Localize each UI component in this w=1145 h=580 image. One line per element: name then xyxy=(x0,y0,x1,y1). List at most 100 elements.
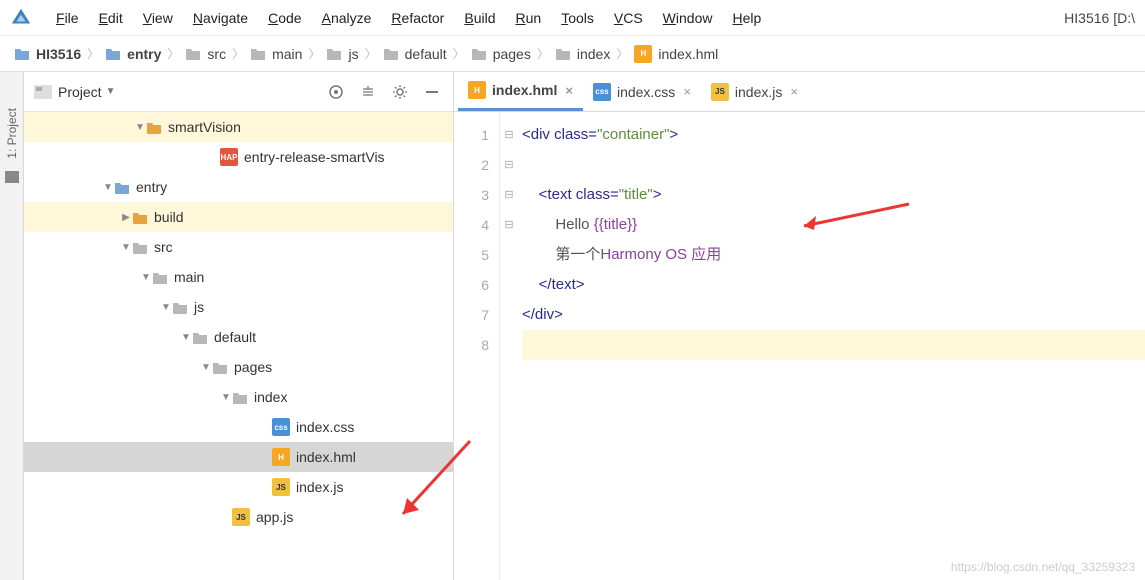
tree-row[interactable]: JSapp.js xyxy=(24,502,453,532)
tree-row[interactable]: ▼pages xyxy=(24,352,453,382)
editor-tab[interactable]: JSindex.js× xyxy=(701,72,808,111)
tree-row[interactable]: ▼ src xyxy=(24,232,453,262)
code-line[interactable] xyxy=(522,150,1145,180)
breadcrumb-separator: 〉 xyxy=(308,45,320,62)
project-tree[interactable]: ▼ smartVision HAPentry-release-smartVis ▼ en… xyxy=(24,112,453,580)
code-line[interactable]: 第一个Harmony OS 应用 xyxy=(522,240,1145,270)
menu-run[interactable]: Run xyxy=(505,10,551,26)
tree-label: index.css xyxy=(296,419,354,435)
tree-row[interactable]: cssindex.css xyxy=(24,412,453,442)
close-icon[interactable]: × xyxy=(565,83,573,98)
code-line[interactable]: Hello {{title}} xyxy=(522,210,1145,240)
minimize-icon[interactable] xyxy=(421,81,443,103)
menu-refactor[interactable]: Refactor xyxy=(381,10,454,26)
breadcrumb-separator: 〉 xyxy=(365,45,377,62)
tree-label: entry xyxy=(136,179,167,195)
breadcrumb-item[interactable]: entry xyxy=(105,46,161,62)
breadcrumb-item[interactable]: src xyxy=(185,46,226,62)
code-line[interactable] xyxy=(522,330,1145,360)
menu-file[interactable]: File xyxy=(46,10,89,26)
code-line[interactable]: </text> xyxy=(522,270,1145,300)
fold-gutter[interactable]: ⊟⊟⊟⊟ xyxy=(500,112,518,580)
code-line[interactable]: <div class="container"> xyxy=(522,120,1145,150)
tree-row[interactable]: ▼ js xyxy=(24,292,453,322)
line-number: 5 xyxy=(454,240,489,270)
tree-label: src xyxy=(154,239,173,255)
editor-tab-label: index.hml xyxy=(492,82,557,98)
fold-handle-icon[interactable]: ⊟ xyxy=(500,210,518,240)
tree-label: index.hml xyxy=(296,449,356,465)
target-icon[interactable] xyxy=(325,81,347,103)
tree-arrow-icon[interactable]: ▶ xyxy=(120,212,132,223)
editor-panel: Hindex.hml×cssindex.css×JSindex.js× 1234… xyxy=(454,72,1145,580)
menu-navigate[interactable]: Navigate xyxy=(183,10,258,26)
breadcrumb-item[interactable]: js xyxy=(326,46,358,62)
tree-arrow-icon[interactable]: ▼ xyxy=(200,362,212,373)
gear-icon[interactable] xyxy=(389,81,411,103)
tree-row[interactable]: ▼main xyxy=(24,262,453,292)
tree-arrow-icon[interactable]: ▼ xyxy=(134,122,146,133)
editor-tab-label: index.css xyxy=(617,84,675,100)
tool-window-stripe: 1: Project xyxy=(0,72,24,580)
editor-tab[interactable]: cssindex.css× xyxy=(583,72,701,111)
collapse-all-icon[interactable] xyxy=(357,81,379,103)
editor-body[interactable]: 12345678 ⊟⊟⊟⊟ <div class="container"> <t… xyxy=(454,112,1145,580)
tree-row[interactable]: ▶build xyxy=(24,202,453,232)
menu-help[interactable]: Help xyxy=(722,10,771,26)
tree-label: entry-release-smartVis xyxy=(244,149,385,165)
menu-code[interactable]: Code xyxy=(258,10,311,26)
tree-label: js xyxy=(194,299,204,315)
menu-edit[interactable]: Edit xyxy=(89,10,133,26)
line-number-gutter: 12345678 xyxy=(454,112,500,580)
fold-handle-icon[interactable]: ⊟ xyxy=(500,120,518,150)
tree-row[interactable]: ▼ index xyxy=(24,382,453,412)
editor-tab-label: index.js xyxy=(735,84,782,100)
tree-arrow-icon[interactable]: ▼ xyxy=(102,182,114,193)
code-line[interactable]: <text class="title"> xyxy=(522,180,1145,210)
breadcrumb-item[interactable]: index xyxy=(555,46,610,62)
line-number: 7 xyxy=(454,300,489,330)
line-number: 2 xyxy=(454,150,489,180)
tree-row[interactable]: ▼ smartVision xyxy=(24,112,453,142)
project-toolwindow-tab[interactable]: 1: Project xyxy=(5,102,19,165)
tree-row[interactable]: ▼default xyxy=(24,322,453,352)
tree-arrow-icon[interactable]: ▼ xyxy=(140,272,152,283)
project-view-icon xyxy=(34,85,52,99)
close-icon[interactable]: × xyxy=(790,84,798,99)
menu-tools[interactable]: Tools xyxy=(551,10,604,26)
menu-vcs[interactable]: VCS xyxy=(604,10,653,26)
breadcrumb-item[interactable]: default xyxy=(383,46,447,62)
menu-window[interactable]: Window xyxy=(653,10,723,26)
breadcrumb-bar: HI3516〉entry〉src〉main〉js〉default〉pages〉i… xyxy=(0,36,1145,72)
menu-bar: FileEditViewNavigateCodeAnalyzeRefactorB… xyxy=(0,0,1145,36)
project-panel-title[interactable]: Project xyxy=(58,84,102,100)
tree-arrow-icon[interactable]: ▼ xyxy=(180,332,192,343)
project-view-dropdown-icon[interactable]: ▼ xyxy=(106,86,116,97)
fold-handle-icon[interactable]: ⊟ xyxy=(500,180,518,210)
fold-handle-icon[interactable]: ⊟ xyxy=(500,150,518,180)
line-number: 6 xyxy=(454,270,489,300)
project-toolwindow-icon xyxy=(5,171,19,183)
tree-label: smartVision xyxy=(168,119,241,135)
tree-row[interactable]: Hindex.hml xyxy=(24,442,453,472)
menu-analyze[interactable]: Analyze xyxy=(312,10,382,26)
tree-arrow-icon[interactable]: ▼ xyxy=(220,392,232,403)
editor-tab[interactable]: Hindex.hml× xyxy=(458,72,583,111)
tree-row[interactable]: HAPentry-release-smartVis xyxy=(24,142,453,172)
menu-view[interactable]: View xyxy=(133,10,183,26)
line-number: 3 xyxy=(454,180,489,210)
breadcrumb-item[interactable]: HI3516 xyxy=(14,46,81,62)
code-area[interactable]: <div class="container"> <text class="tit… xyxy=(518,112,1145,580)
code-line[interactable]: </div> xyxy=(522,300,1145,330)
breadcrumb-item[interactable]: Hindex.hml xyxy=(634,45,718,63)
breadcrumb-item[interactable]: main xyxy=(250,46,302,62)
tree-arrow-icon[interactable]: ▼ xyxy=(120,242,132,253)
window-project-label: HI3516 [D:\ xyxy=(1064,10,1135,26)
tree-row[interactable]: JSindex.js xyxy=(24,472,453,502)
tree-row[interactable]: ▼ entry xyxy=(24,172,453,202)
menu-build[interactable]: Build xyxy=(454,10,505,26)
breadcrumb-item[interactable]: pages xyxy=(471,46,531,62)
tree-arrow-icon[interactable]: ▼ xyxy=(160,302,172,313)
tree-label: index xyxy=(254,389,287,405)
close-icon[interactable]: × xyxy=(683,84,691,99)
